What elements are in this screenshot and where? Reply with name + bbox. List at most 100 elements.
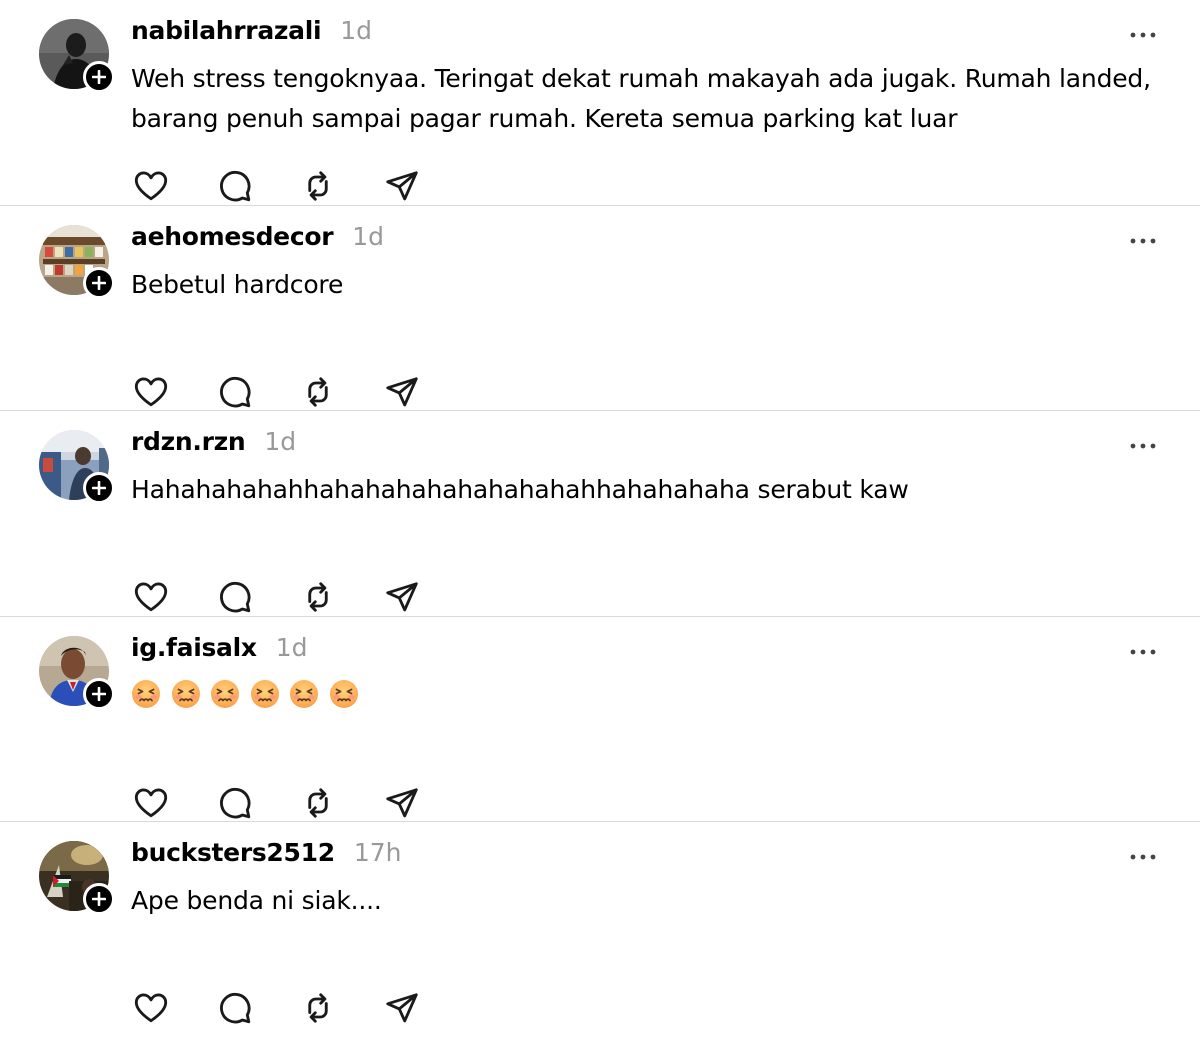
tired-face-emoji	[250, 679, 279, 708]
like-button[interactable]	[131, 577, 171, 617]
reply-post: bucksters2512 17h Ape benda ni siak....	[0, 822, 1200, 1028]
repost-button[interactable]	[298, 372, 338, 412]
username[interactable]: ig.faisalx	[131, 633, 257, 662]
tired-face-emoji	[132, 679, 160, 708]
follow-button[interactable]	[83, 266, 115, 299]
username[interactable]: rdzn.rzn	[131, 427, 246, 456]
action-bar	[131, 577, 465, 617]
send-icon	[385, 376, 418, 406]
post-header: nabilahrrazali 1d	[131, 16, 372, 52]
share-button[interactable]	[382, 783, 422, 823]
more-horizontal-icon	[1130, 238, 1156, 243]
more-options-button[interactable]	[1128, 845, 1158, 869]
more-horizontal-icon	[1130, 649, 1156, 654]
comment-bubble-icon	[219, 376, 250, 407]
follow-button[interactable]	[83, 677, 115, 710]
username[interactable]: aehomesdecor	[131, 222, 334, 251]
repost-button[interactable]	[298, 783, 338, 823]
like-button[interactable]	[131, 372, 171, 412]
avatar-container	[39, 635, 115, 710]
thread-replies-feed: nabilahrrazali 1d Weh stress tengoknyaa.…	[0, 0, 1200, 1028]
share-button[interactable]	[382, 372, 422, 412]
timestamp: 1d	[275, 632, 308, 662]
post-header: ig.faisalx 1d	[131, 633, 308, 669]
tired-face-emoji	[211, 679, 239, 708]
more-horizontal-icon	[1130, 443, 1156, 449]
repost-icon	[308, 787, 328, 818]
plus-icon	[92, 481, 106, 495]
send-icon	[385, 582, 418, 612]
heart-icon	[134, 377, 168, 406]
heart-icon	[134, 788, 168, 817]
send-icon	[385, 787, 418, 817]
avatar-container	[39, 430, 115, 504]
action-bar	[131, 372, 465, 412]
avatar-container	[39, 841, 115, 915]
more-horizontal-icon	[1130, 854, 1156, 860]
action-bar	[131, 988, 465, 1028]
repost-icon	[308, 376, 328, 407]
send-icon	[385, 993, 418, 1023]
follow-button[interactable]	[83, 61, 115, 93]
timestamp: 1d	[264, 427, 297, 456]
repost-button[interactable]	[298, 577, 338, 617]
share-button[interactable]	[382, 166, 422, 206]
plus-icon	[92, 892, 106, 906]
plus-icon	[92, 275, 106, 290]
comment-bubble-icon	[219, 170, 250, 202]
more-options-button[interactable]	[1128, 434, 1158, 458]
comment-bubble-icon	[219, 787, 250, 818]
comment-bubble-icon	[219, 992, 250, 1024]
repost-icon	[308, 582, 328, 612]
post-header: aehomesdecor 1d	[131, 222, 384, 258]
comment-bubble-icon	[219, 581, 250, 613]
avatar-container	[39, 19, 115, 93]
like-button[interactable]	[131, 783, 171, 823]
post-text: Hahahahahahhahahahahahahahahahhahahahaha…	[131, 475, 909, 504]
reply-button[interactable]	[215, 577, 255, 617]
timestamp: 17h	[353, 838, 402, 867]
post-text: Weh stress tengoknyaa. Teringat dekat ru…	[131, 64, 1151, 133]
timestamp: 1d	[352, 221, 385, 251]
tired-face-emoji	[171, 679, 200, 708]
repost-icon	[308, 993, 328, 1023]
reply-button[interactable]	[215, 988, 255, 1028]
timestamp: 1d	[340, 16, 373, 45]
like-button[interactable]	[131, 988, 171, 1028]
share-button[interactable]	[382, 988, 422, 1028]
plus-icon	[92, 686, 106, 701]
send-icon	[385, 171, 418, 201]
reply-post: nabilahrrazali 1d Weh stress tengoknyaa.…	[0, 0, 1200, 206]
reply-post: ig.faisalx 1d	[0, 617, 1200, 823]
follow-button[interactable]	[83, 472, 115, 504]
more-horizontal-icon	[1130, 32, 1156, 38]
more-options-button[interactable]	[1128, 640, 1158, 664]
reply-post: rdzn.rzn 1d Hahahahahahhahahahahahahahah…	[0, 411, 1200, 617]
heart-icon	[134, 171, 168, 201]
reply-button[interactable]	[215, 372, 255, 412]
plus-icon	[92, 70, 106, 84]
action-bar	[131, 166, 465, 206]
avatar-container	[39, 224, 115, 299]
share-button[interactable]	[382, 577, 422, 617]
repost-button[interactable]	[298, 166, 338, 206]
like-button[interactable]	[131, 166, 171, 206]
repost-button[interactable]	[298, 988, 338, 1028]
emoji-row	[131, 676, 1171, 709]
post-header: rdzn.rzn 1d	[131, 427, 296, 463]
action-bar	[131, 783, 465, 823]
tired-face-emoji	[329, 679, 358, 708]
post-text: Ape benda ni siak....	[131, 886, 382, 915]
reply-post: aehomesdecor 1d Bebetul hardcore	[0, 206, 1200, 412]
tired-face-emoji	[290, 679, 318, 708]
repost-icon	[308, 171, 328, 201]
reply-button[interactable]	[215, 166, 255, 206]
username[interactable]: bucksters2512	[131, 838, 335, 867]
post-emoji-text	[131, 676, 1171, 709]
username[interactable]: nabilahrrazali	[131, 16, 322, 45]
reply-button[interactable]	[215, 783, 255, 823]
follow-button[interactable]	[83, 883, 115, 915]
more-options-button[interactable]	[1128, 23, 1158, 47]
more-options-button[interactable]	[1128, 229, 1158, 253]
post-header: bucksters2512 17h	[131, 838, 401, 874]
